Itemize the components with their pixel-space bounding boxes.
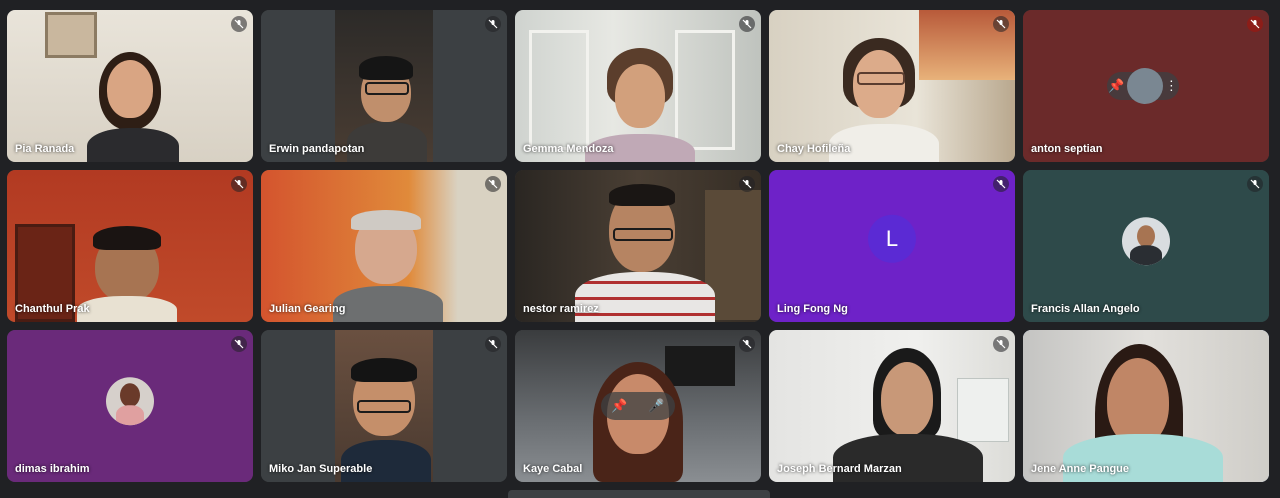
participant-name: nestor ramirez <box>523 303 599 315</box>
mic-off-icon <box>739 176 755 192</box>
mic-off-icon <box>485 336 501 352</box>
tile-controls[interactable]: 📌 ⋮ <box>1107 68 1179 104</box>
participant-name: Pia Ranada <box>15 143 75 155</box>
participant-name: Chanthul Prak <box>15 303 90 315</box>
participant-tile[interactable]: Chanthul Prak <box>7 170 253 322</box>
mic-off-icon <box>485 176 501 192</box>
mic-off-icon <box>993 336 1009 352</box>
avatar <box>106 377 154 426</box>
avatar-letter: L <box>868 214 916 263</box>
participant-tile[interactable]: nestor ramirez <box>515 170 761 322</box>
pin-icon[interactable]: 📌 <box>611 398 627 414</box>
participant-name: Erwin pandapotan <box>269 143 365 155</box>
participant-name: Kaye Cabal <box>523 463 583 475</box>
participant-tile[interactable]: Miko Jan Superable <box>261 330 507 482</box>
mic-off-icon <box>1247 16 1263 32</box>
participant-tile[interactable]: Francis Allan Angelo <box>1023 170 1269 322</box>
mic-off-icon <box>231 336 247 352</box>
participant-name: Chay Hofileña <box>777 143 851 155</box>
participant-tile[interactable]: Joseph Bernard Marzan <box>769 330 1015 482</box>
more-vert-icon[interactable]: ⋮ <box>1165 78 1178 94</box>
pin-icon[interactable]: 📌 <box>1108 78 1124 94</box>
participant-tile[interactable]: L Ling Fong Ng <box>769 170 1015 322</box>
participant-tile[interactable]: 📌 🎤 Kaye Cabal <box>515 330 761 482</box>
participant-name: dimas ibrahim <box>15 463 90 475</box>
participant-tile[interactable]: dimas ibrahim <box>7 330 253 482</box>
participant-tile[interactable]: Chay Hofileña <box>769 10 1015 162</box>
mic-off-icon <box>485 16 501 32</box>
tile-controls[interactable]: 📌 🎤 <box>601 392 675 420</box>
participant-tile[interactable]: Gemma Mendoza <box>515 10 761 162</box>
participant-name: anton septian <box>1031 143 1103 155</box>
participant-tile-active-speaker[interactable]: Jene Anne Pangue <box>1023 330 1269 482</box>
participant-tile[interactable]: Pia Ranada <box>7 10 253 162</box>
mic-off-icon <box>993 16 1009 32</box>
participant-name: Francis Allan Angelo <box>1031 303 1140 315</box>
participant-tile[interactable]: Erwin pandapotan <box>261 10 507 162</box>
participant-name: Miko Jan Superable <box>269 463 373 475</box>
avatar <box>1122 217 1170 266</box>
mic-off-icon <box>739 336 755 352</box>
mic-off-icon: 🎤 <box>648 398 665 413</box>
participant-tile[interactable]: 📌 ⋮ anton septian <box>1023 10 1269 162</box>
mic-off-icon <box>231 176 247 192</box>
participant-name: Jene Anne Pangue <box>1031 463 1130 475</box>
mic-off-icon <box>993 176 1009 192</box>
participant-grid: Pia Ranada Erwin pandapotan Gemma Mendoz… <box>7 10 1269 482</box>
avatar <box>1126 68 1163 104</box>
mic-off-icon <box>231 16 247 32</box>
mic-off-icon <box>739 16 755 32</box>
participant-name: Ling Fong Ng <box>777 303 848 315</box>
participant-name: Joseph Bernard Marzan <box>777 463 902 475</box>
participant-tile[interactable]: Julian Gearing <box>261 170 507 322</box>
mic-off-icon <box>1247 176 1263 192</box>
participant-name: Gemma Mendoza <box>523 143 614 155</box>
participant-name: Julian Gearing <box>269 303 346 315</box>
bottom-toolbar-edge <box>508 490 770 498</box>
